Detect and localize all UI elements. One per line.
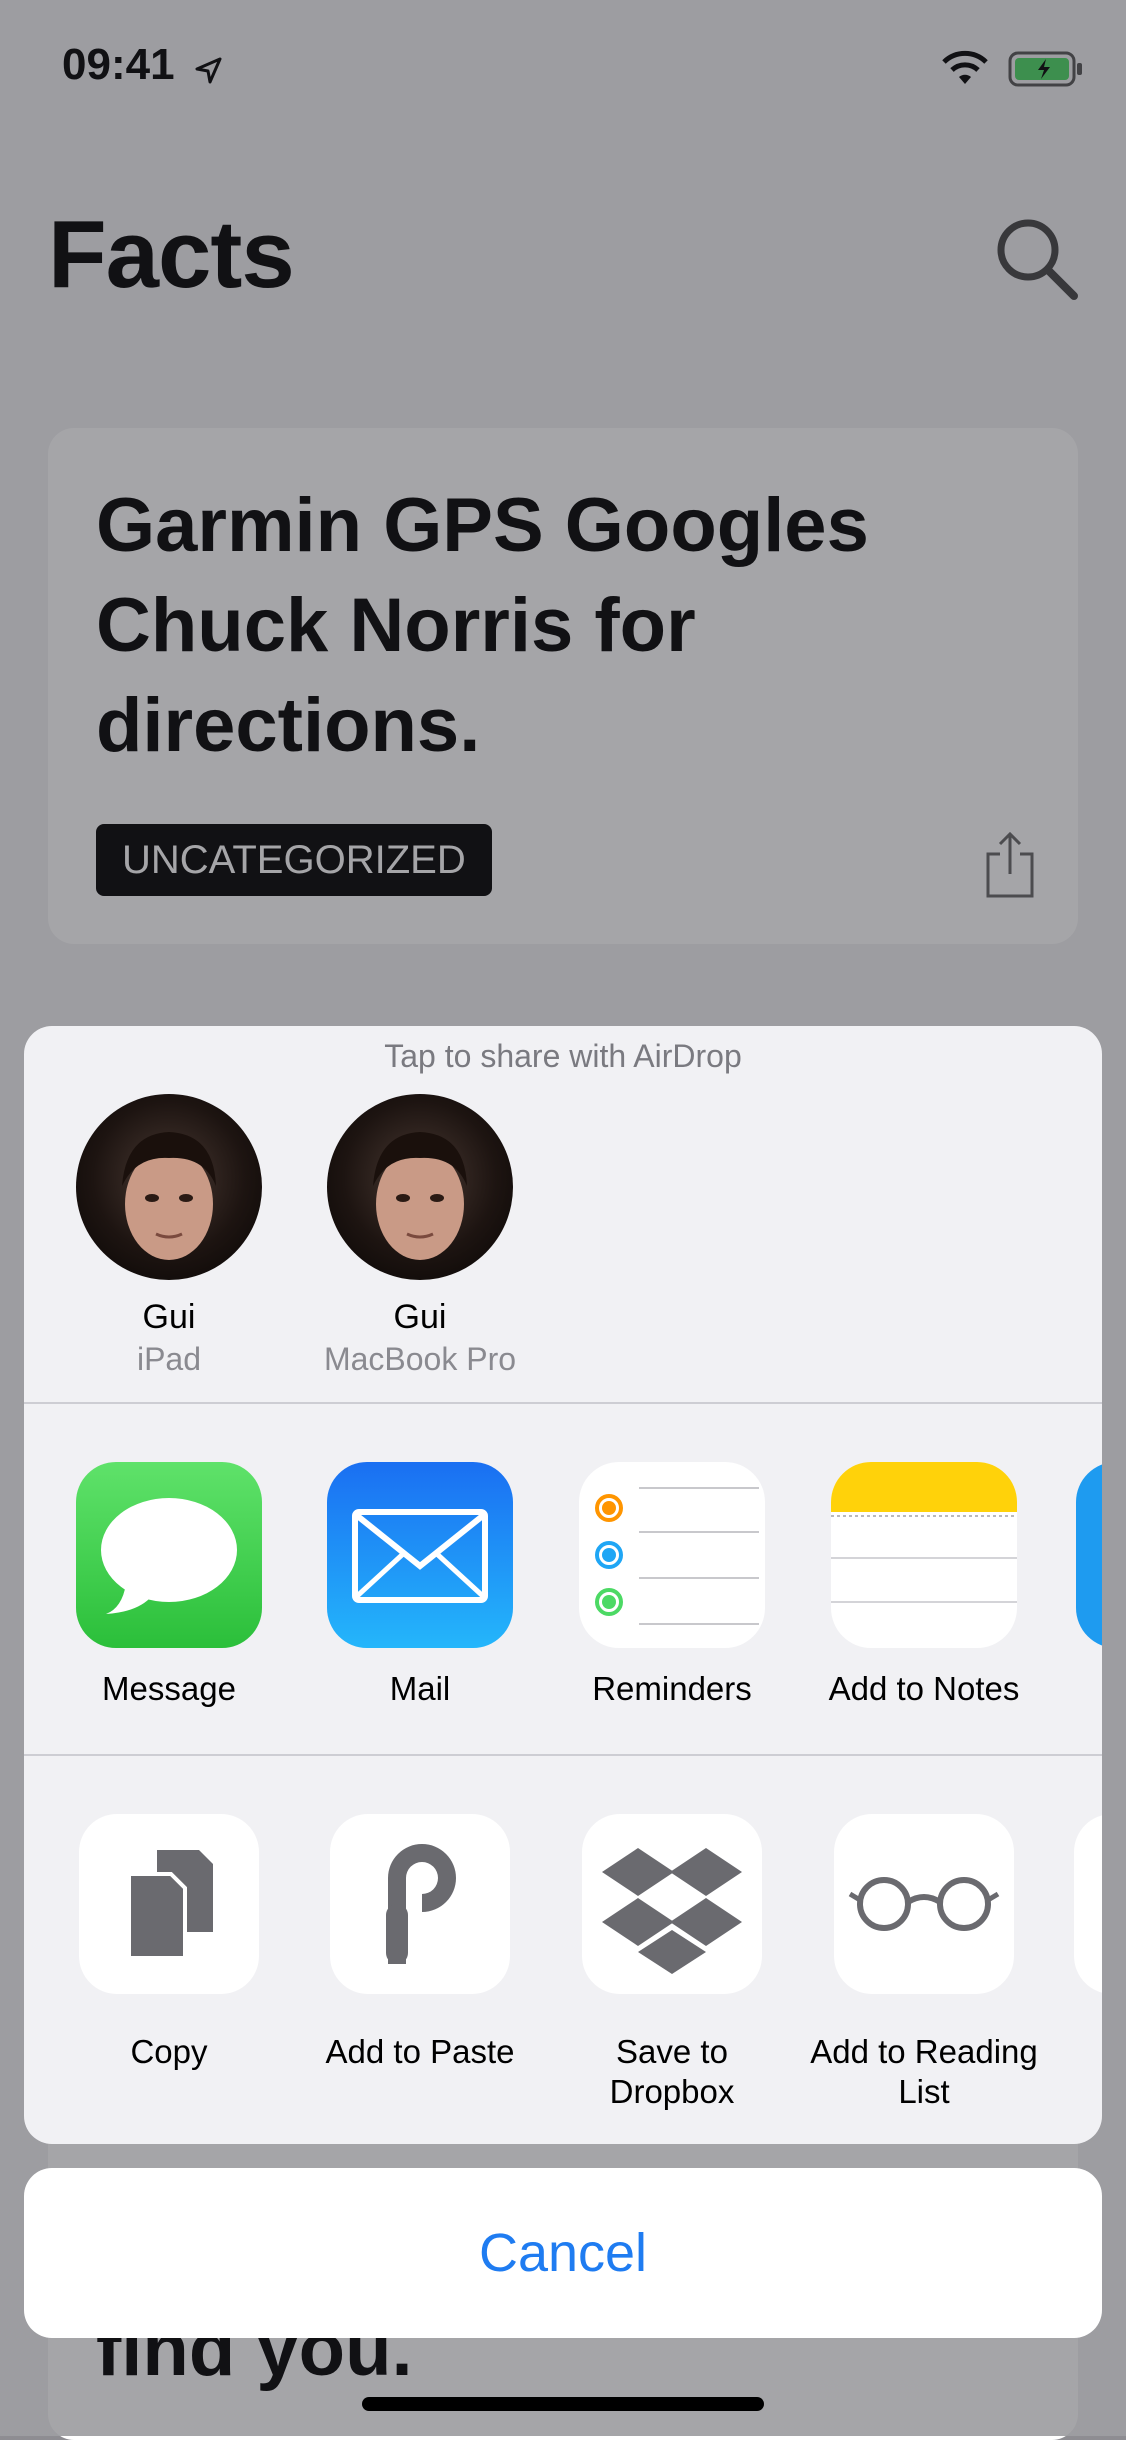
more-action-partial[interactable]: [1074, 1814, 1102, 1994]
app-label: Add to Notes: [828, 1670, 1020, 1707]
reading-list-icon: [834, 1814, 1014, 1994]
mail-icon: [327, 1462, 513, 1648]
app-label: Message: [102, 1670, 236, 1707]
app-label: Reminders: [592, 1670, 752, 1707]
app-label: Mail: [389, 1670, 451, 1707]
airdrop-person-macbook[interactable]: Gui MacBook Pro: [310, 1094, 530, 1378]
airdrop-hint: Tap to share with AirDrop: [384, 1038, 742, 1074]
more-app-icon-partial[interactable]: [1076, 1462, 1102, 1648]
share-sheet: Tap to share with AirDrop Gui iPad Gui M…: [24, 1026, 1102, 2144]
paste-icon: [330, 1814, 510, 1994]
share-app-reminders[interactable]: Reminders: [552, 1462, 792, 1708]
reminders-icon: [579, 1462, 765, 1648]
copy-icon: [79, 1814, 259, 1994]
person-name: Gui: [142, 1298, 196, 1336]
divider: [24, 1402, 1102, 1404]
share-app-message[interactable]: Message: [49, 1462, 289, 1708]
action-add-to-paste[interactable]: Add to Paste: [300, 1814, 540, 2072]
airdrop-person-ipad[interactable]: Gui iPad: [59, 1094, 279, 1378]
action-save-to-dropbox[interactable]: Save to Dropbox: [552, 1814, 792, 2112]
avatar: [327, 1094, 513, 1280]
divider: [24, 1754, 1102, 1756]
action-label: Add to Paste: [325, 2033, 515, 2070]
person-device: iPad: [136, 1341, 202, 1377]
action-label: Copy: [130, 2033, 208, 2070]
home-indicator: [362, 2397, 764, 2411]
message-icon: [76, 1462, 262, 1648]
action-add-to-reading-list[interactable]: Add to Reading List: [804, 1814, 1044, 2112]
action-label: Add to Reading List: [810, 2033, 1038, 2110]
notes-icon: [831, 1462, 1017, 1648]
person-name: Gui: [393, 1298, 447, 1336]
share-app-notes[interactable]: Add to Notes: [804, 1462, 1044, 1708]
person-device: MacBook Pro: [323, 1341, 517, 1377]
dropbox-icon: [582, 1814, 762, 1994]
share-app-mail[interactable]: Mail: [300, 1462, 540, 1708]
cancel-button[interactable]: Cancel: [24, 2168, 1102, 2338]
action-copy[interactable]: Copy: [49, 1814, 289, 2072]
avatar: [76, 1094, 262, 1280]
action-label: Save to Dropbox: [609, 2033, 735, 2110]
